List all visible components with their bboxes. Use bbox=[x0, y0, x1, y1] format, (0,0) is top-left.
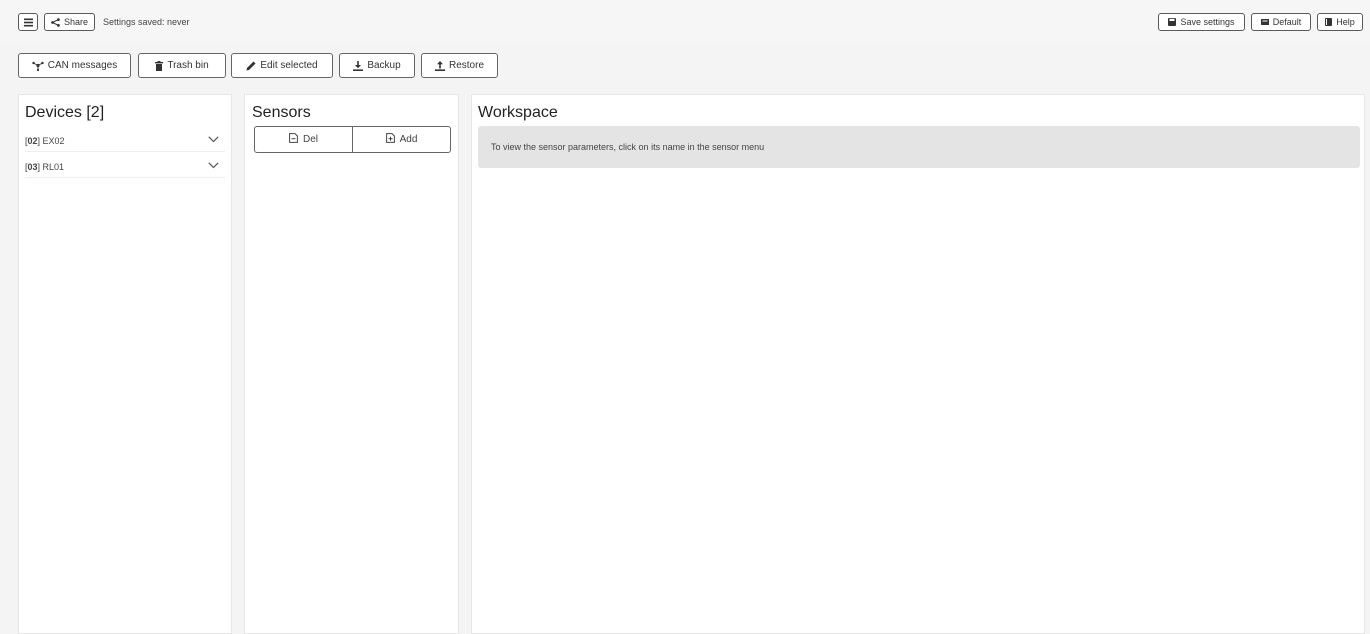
list-icon bbox=[23, 18, 33, 27]
workspace-panel: Workspace To view the sensor parameters,… bbox=[471, 94, 1365, 634]
devices-panel: Devices [2] [02] EX02 [03] RL01 bbox=[18, 94, 232, 634]
file-plus-icon bbox=[385, 133, 395, 146]
file-minus-icon bbox=[289, 133, 298, 146]
device-id: 03 bbox=[27, 161, 38, 172]
chevron-down-icon[interactable] bbox=[208, 161, 219, 171]
devices-title: Devices [2] bbox=[25, 104, 105, 121]
save-settings-button[interactable]: Save settings bbox=[1158, 13, 1245, 31]
default-label: Default bbox=[1272, 17, 1302, 27]
trash-bin-label: Trash bin bbox=[167, 60, 209, 71]
device-id: 02 bbox=[27, 135, 38, 146]
sensors-title: Sensors bbox=[252, 104, 311, 121]
trash-icon bbox=[155, 60, 164, 71]
download-icon bbox=[353, 60, 364, 71]
add-sensor-button[interactable]: Add bbox=[352, 127, 450, 152]
save-status: Settings saved: never bbox=[103, 17, 190, 27]
book-icon bbox=[1325, 18, 1333, 26]
add-sensor-label: Add bbox=[399, 134, 418, 145]
can-messages-button[interactable]: CAN messages bbox=[18, 53, 131, 78]
sensors-panel: Sensors Del Add bbox=[244, 94, 459, 634]
backup-button[interactable]: Backup bbox=[339, 53, 415, 78]
reset-icon bbox=[1260, 18, 1269, 26]
backup-label: Backup bbox=[367, 60, 401, 71]
help-label: Help bbox=[1336, 17, 1355, 27]
device-id-wrap: [02] bbox=[25, 135, 43, 146]
device-row[interactable]: [02] EX02 bbox=[25, 130, 225, 152]
restore-button[interactable]: Restore bbox=[421, 53, 498, 78]
device-row[interactable]: [03] RL01 bbox=[25, 156, 225, 178]
delete-sensor-button[interactable]: Del bbox=[255, 127, 352, 152]
share-label: Share bbox=[63, 17, 89, 27]
top-bar: Share Settings saved: never Save setting… bbox=[0, 0, 1370, 44]
share-button[interactable]: Share bbox=[44, 13, 95, 31]
help-button[interactable]: Help bbox=[1317, 13, 1363, 31]
sensor-actions: Del Add bbox=[254, 126, 451, 153]
default-button[interactable]: Default bbox=[1251, 13, 1311, 31]
device-name: EX02 bbox=[42, 135, 65, 146]
restore-label: Restore bbox=[448, 60, 484, 71]
device-name: RL01 bbox=[42, 161, 65, 172]
save-settings-label: Save settings bbox=[1180, 17, 1235, 27]
toolbar: CAN messages Trash bin Edit selected Bac… bbox=[0, 44, 1370, 88]
workspace-hint: To view the sensor parameters, click on … bbox=[478, 126, 1360, 168]
share-icon bbox=[51, 17, 60, 27]
trash-bin-button[interactable]: Trash bin bbox=[138, 53, 226, 78]
chevron-down-icon[interactable] bbox=[208, 135, 219, 145]
pencil-icon bbox=[246, 61, 256, 71]
device-id-wrap: [03] bbox=[25, 161, 43, 172]
network-icon bbox=[32, 60, 44, 71]
edit-selected-label: Edit selected bbox=[260, 60, 318, 71]
delete-sensor-label: Del bbox=[302, 134, 318, 145]
workspace-title: Workspace bbox=[478, 104, 558, 121]
upload-icon bbox=[434, 60, 445, 71]
edit-selected-button[interactable]: Edit selected bbox=[231, 53, 333, 78]
menu-button[interactable] bbox=[18, 13, 38, 31]
floppy-icon bbox=[1168, 18, 1177, 26]
can-messages-label: CAN messages bbox=[47, 60, 118, 71]
